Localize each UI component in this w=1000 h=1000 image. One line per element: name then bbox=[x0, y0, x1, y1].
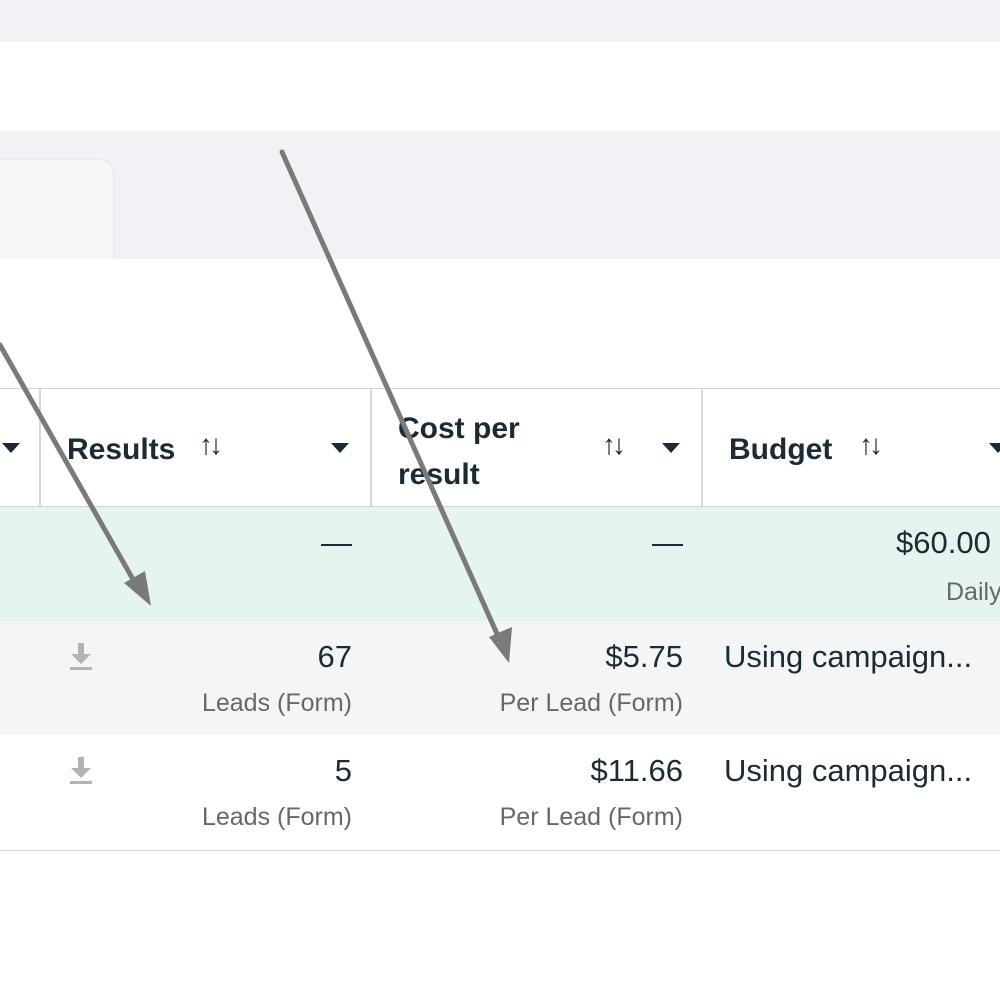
cost-per-result-value: $5.75 bbox=[605, 639, 683, 674]
table-header: Results ↑↓ Cost per result ↑↓ Budget ↑↓ bbox=[0, 388, 1000, 507]
sort-arrows-icon[interactable]: ↑↓ bbox=[602, 429, 626, 461]
download-icon[interactable] bbox=[68, 755, 94, 785]
table-row[interactable]: 5 Leads (Form) $11.66 Per Lead (Form) Us… bbox=[0, 735, 1000, 851]
summary-budget-period: Daily bbox=[946, 578, 1000, 606]
results-type: Leads (Form) bbox=[201, 803, 352, 831]
summary-results-value: — bbox=[321, 525, 352, 560]
column-header-cost-per-result[interactable]: Cost per result ↑↓ bbox=[372, 389, 702, 506]
column-menu-caret-icon[interactable] bbox=[989, 443, 1000, 453]
download-icon[interactable] bbox=[68, 641, 94, 671]
column-header-budget[interactable]: Budget ↑↓ bbox=[703, 389, 1000, 506]
table-row[interactable]: 67 Leads (Form) $5.75 Per Lead (Form) Us… bbox=[0, 621, 1000, 735]
budget-value: Using campaign... bbox=[724, 639, 973, 674]
cost-per-result-type: Per Lead (Form) bbox=[499, 803, 683, 831]
column-title-results: Results bbox=[67, 433, 176, 466]
column-menu-caret-icon[interactable] bbox=[2, 443, 20, 453]
results-value: 5 bbox=[334, 753, 352, 788]
budget-value: Using campaign... bbox=[724, 753, 973, 788]
column-title-cost-per-result-line2: result bbox=[398, 458, 480, 491]
sort-arrows-icon[interactable]: ↑↓ bbox=[859, 429, 883, 461]
cost-per-result-type: Per Lead (Form) bbox=[499, 689, 683, 717]
results-type: Leads (Form) bbox=[201, 689, 352, 717]
tab-bar bbox=[0, 131, 1000, 259]
column-menu-caret-icon[interactable] bbox=[331, 443, 349, 453]
column-header-results[interactable]: Results ↑↓ bbox=[41, 389, 371, 506]
column-title-cost-per-result-line1: Cost per bbox=[398, 412, 520, 445]
sort-arrows-icon[interactable]: ↑↓ bbox=[199, 429, 223, 461]
top-toolbar-strip bbox=[0, 0, 1000, 42]
active-tab[interactable] bbox=[0, 160, 113, 259]
table-summary-row: — — $60.00 Daily bbox=[0, 507, 1000, 621]
results-value: 67 bbox=[317, 639, 352, 674]
cost-per-result-value: $11.66 bbox=[590, 753, 683, 788]
column-title-budget: Budget bbox=[729, 433, 833, 466]
summary-cost-value: — bbox=[652, 525, 683, 560]
summary-budget-value: $60.00 bbox=[896, 525, 991, 560]
column-menu-caret-icon[interactable] bbox=[662, 443, 680, 453]
